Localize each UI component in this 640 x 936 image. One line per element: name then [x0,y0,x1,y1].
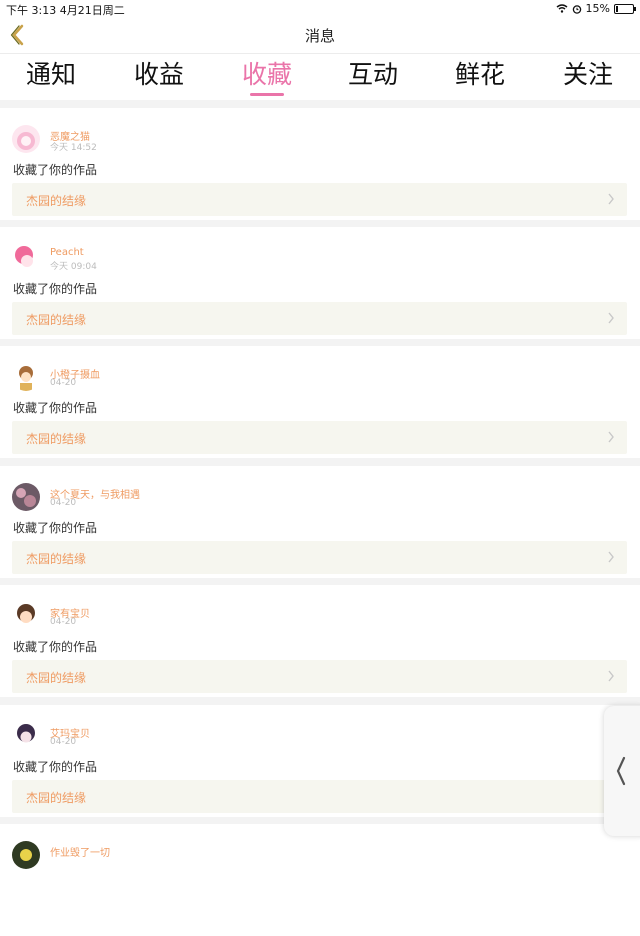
work-title: 杰园的结缘 [26,671,87,685]
wifi-icon [556,4,568,13]
active-tab-indicator [250,93,284,96]
status-time-date: 下午 3:13 4月21日周二 [6,4,125,17]
avatar[interactable] [12,244,40,272]
page-title: 消息 [304,27,335,45]
chevron-right-icon [608,193,614,205]
avatar-image [12,841,40,869]
avatar-image [12,602,40,630]
username[interactable]: 作业毁了一切 [50,844,110,859]
avatar[interactable] [12,841,40,869]
timestamp: 今天 09:04 [50,262,97,272]
work-link[interactable]: 杰园的结缘 [12,541,627,574]
battery-icon [614,3,636,14]
avatar-image [12,363,40,391]
chevron-right-icon [608,431,614,443]
tab-bar: 通知 收益 收藏 互动 鲜花 关注 [0,54,640,100]
timestamp: 04-20 [50,617,77,627]
work-title: 杰园的结缘 [26,194,87,208]
avatar-image [12,125,40,153]
work-title: 杰园的结缘 [26,432,87,446]
chevron-right-icon [608,670,614,682]
action-text: 收藏了你的作品 [13,640,98,654]
tab-earnings[interactable]: 收益 [114,58,204,92]
list-item[interactable]: 艾玛宝贝 04-20 收藏了你的作品 杰园的结缘 [0,705,640,817]
status-right: 15% [556,2,636,15]
work-title: 杰园的结缘 [26,791,87,805]
avatar[interactable] [12,602,40,630]
tab-interactions[interactable]: 互动 [328,58,418,92]
username[interactable]: Peacht [50,247,84,258]
tab-following[interactable]: 关注 [543,58,633,92]
avatar-image [12,244,40,272]
tab-favorites[interactable]: 收藏 [222,58,312,92]
work-link[interactable]: 杰园的结缘 [12,421,627,454]
list-item[interactable]: 作业毁了一切 [0,824,640,936]
action-text: 收藏了你的作品 [13,760,98,774]
tab-flowers[interactable]: 鲜花 [435,58,525,92]
work-link[interactable]: 杰园的结缘 [12,660,627,693]
list-item[interactable]: 小橙子摄血 04-20 收藏了你的作品 杰园的结缘 [0,346,640,458]
avatar[interactable] [12,483,40,511]
status-bar: 下午 3:13 4月21日周二 15% [0,0,640,17]
timestamp: 04-20 [50,498,77,508]
battery-percent: 15% [585,2,610,15]
timestamp: 04-20 [50,378,77,388]
list-item[interactable]: 恶魔之猫 今天 14:52 收藏了你的作品 杰园的结缘 [0,108,640,220]
alarm-icon [572,4,581,14]
avatar-image [12,722,40,750]
nav-bar: 消息 [0,17,640,54]
avatar[interactable] [12,125,40,153]
action-text: 收藏了你的作品 [13,163,98,177]
list-item[interactable]: 家有宝贝 04-20 收藏了你的作品 杰园的结缘 [0,585,640,697]
side-drawer-handle[interactable] [604,706,640,836]
action-text: 收藏了你的作品 [13,401,98,415]
avatar[interactable] [12,363,40,391]
list-item[interactable]: 这个夏天，与我相遇 04-20 收藏了你的作品 杰园的结缘 [0,466,640,578]
work-link[interactable]: 杰园的结缘 [12,780,627,813]
chevron-right-icon [608,312,614,324]
timestamp: 04-20 [50,737,77,747]
tab-notifications[interactable]: 通知 [6,58,96,92]
work-link[interactable]: 杰园的结缘 [12,302,627,335]
timestamp: 今天 14:52 [50,143,97,153]
work-link[interactable]: 杰园的结缘 [12,183,627,216]
action-text: 收藏了你的作品 [13,521,98,535]
chevron-right-icon [608,551,614,563]
work-title: 杰园的结缘 [26,552,87,566]
action-text: 收藏了你的作品 [13,282,98,296]
list-item[interactable]: Peacht 今天 09:04 收藏了你的作品 杰园的结缘 [0,227,640,339]
avatar-image [12,483,40,511]
avatar[interactable] [12,722,40,750]
work-title: 杰园的结缘 [26,313,87,327]
chevron-left-icon [616,756,626,786]
